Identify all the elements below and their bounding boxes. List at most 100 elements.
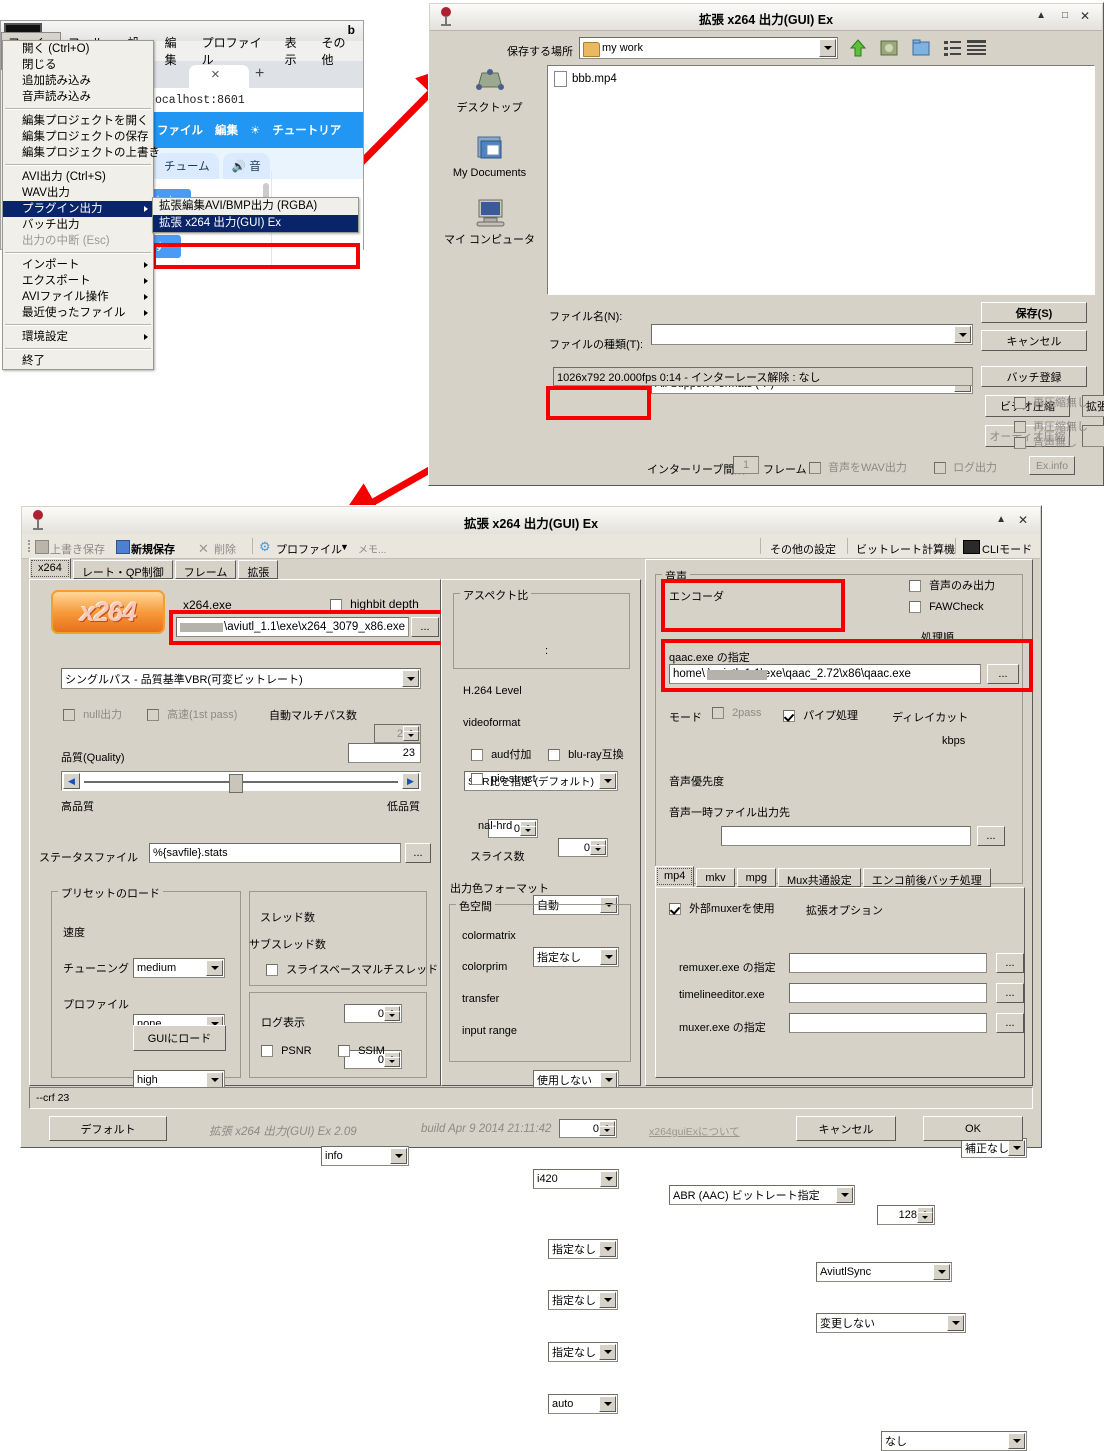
new-save-button[interactable]: 新規保存 — [131, 541, 175, 557]
save-dialog-maximize-button[interactable]: □ — [1062, 10, 1068, 21]
x264-exe-path-input[interactable]: \aviutl_1.1\exe\x264_3079_x86.exe — [176, 617, 409, 637]
menubar-item-3[interactable]: 編集 — [158, 32, 195, 70]
slider-thumb[interactable] — [229, 774, 243, 793]
up-folder-icon[interactable] — [847, 37, 869, 59]
audio-only-checkbox[interactable] — [909, 580, 921, 593]
timelineeditor-input[interactable] — [789, 983, 987, 1003]
spinner-down-icon[interactable] — [520, 825, 536, 836]
ext-muxer-checkbox[interactable] — [669, 903, 681, 916]
chevron-down-icon[interactable] — [390, 1148, 407, 1164]
browser-address[interactable]: ocalhost:8601 — [151, 88, 363, 112]
details-view-icon[interactable] — [967, 40, 987, 56]
menu-item-0[interactable]: 開く (Ctrl+O) — [3, 41, 153, 57]
menu-item-17[interactable]: AVIファイル操作 — [3, 289, 153, 305]
quality-input[interactable]: 23 — [348, 743, 421, 763]
recent-places-icon[interactable] — [878, 37, 900, 59]
browser-subtab-1[interactable]: 🔊 音 — [222, 153, 270, 179]
chevron-down-icon[interactable]: ▼ — [340, 542, 349, 552]
save-button[interactable]: 保存(S) — [981, 302, 1087, 323]
quality-slider[interactable]: ◀ ▶ — [61, 771, 421, 793]
default-button[interactable]: デフォルト — [49, 1116, 167, 1141]
spinner-down-icon[interactable] — [917, 1212, 933, 1223]
colormatrix-combo[interactable]: 指定なし — [548, 1239, 618, 1259]
chevron-down-icon[interactable] — [1008, 1433, 1025, 1449]
fawcheck-checkbox[interactable] — [909, 601, 921, 614]
mux-tab-3[interactable]: Mux共通設定 — [777, 868, 861, 887]
x264gui-minimize-button[interactable]: ▲ — [996, 514, 1006, 525]
remuxer-browse-button[interactable]: ... — [996, 953, 1024, 973]
slice-mt-check[interactable]: スライスベースマルチスレッド — [266, 961, 438, 977]
mux-tab-4[interactable]: エンコ前後バッチ処理 — [862, 868, 991, 887]
speed-combo[interactable]: medium — [133, 958, 225, 978]
menubar-item-6[interactable]: その他 — [315, 32, 363, 70]
bitrate-calc-button[interactable]: ビットレート計算機 — [856, 541, 955, 557]
menu-item-20[interactable]: 環境設定 — [3, 329, 153, 345]
audio-priority-combo[interactable]: AviutlSync — [816, 1262, 952, 1282]
chevron-down-icon[interactable] — [206, 960, 223, 976]
menu-item-3[interactable]: 音声読み込み — [3, 89, 153, 105]
plugin-submenu-item-0[interactable]: 拡張編集AVI/BMP出力 (RGBA) — [153, 198, 358, 215]
menu-item-7[interactable]: 編集プロジェクトの上書き — [3, 145, 160, 161]
browser-menu-tutorial[interactable]: チュートリア — [272, 122, 341, 138]
delaycut-combo[interactable]: 補正なし — [961, 1138, 1027, 1158]
aspect-height-spinner[interactable]: 0 — [558, 838, 608, 857]
menu-item-1[interactable]: 閉じる — [3, 57, 153, 73]
encode-mode-combo[interactable]: シングルパス - 品質基準VBR(可変ビットレート) — [61, 668, 421, 689]
colorprim-combo[interactable]: 指定なし — [548, 1290, 618, 1310]
menu-item-11[interactable]: プラグイン出力 — [3, 201, 153, 217]
ssim-check[interactable]: SSIM — [338, 1045, 385, 1058]
mux-tab-0[interactable]: mp4 — [655, 866, 695, 887]
psnr-checkbox[interactable] — [261, 1045, 273, 1058]
browser-subtab-0[interactable]: チューム — [155, 153, 219, 179]
spinner-down-icon[interactable] — [590, 844, 606, 855]
menu-item-10[interactable]: WAV出力 — [3, 185, 153, 201]
menu-item-2[interactable]: 追加読み込み — [3, 73, 153, 89]
menu-item-9[interactable]: AVI出力 (Ctrl+S) — [3, 169, 153, 185]
chevron-down-icon[interactable] — [1008, 1140, 1025, 1156]
menu-item-15[interactable]: インポート — [3, 257, 153, 273]
x264-exe-browse-button[interactable]: ... — [411, 617, 439, 637]
file-list[interactable]: bbb.mp4 — [547, 65, 1095, 295]
aud-check[interactable]: aud付加 — [471, 746, 531, 762]
highbit-depth-checkbox[interactable] — [330, 599, 342, 612]
picstruct-checkbox[interactable] — [471, 773, 483, 786]
chevron-down-icon[interactable] — [599, 1292, 616, 1308]
plugin-submenu-item-1[interactable]: 拡張 x264 出力(GUI) Ex — [153, 215, 358, 232]
inputrange-combo[interactable]: auto — [548, 1394, 618, 1414]
batch-register-button[interactable]: バッチ登録 — [981, 366, 1087, 387]
ext-option-combo[interactable]: なし — [881, 1431, 1027, 1451]
slice-mt-checkbox[interactable] — [266, 964, 278, 977]
chevron-down-icon[interactable] — [599, 773, 616, 789]
timelineeditor-browse-button[interactable]: ... — [996, 983, 1024, 1003]
menu-item-18[interactable]: 最近使ったファイル — [3, 305, 153, 321]
chevron-down-icon[interactable] — [206, 1072, 223, 1088]
spinner-down-icon[interactable] — [599, 1125, 615, 1136]
place-item-1[interactable]: My Documents — [437, 133, 542, 179]
muxer-browse-button[interactable]: ... — [996, 1013, 1024, 1033]
ext-muxer-check[interactable]: 外部muxerを使用 — [669, 900, 775, 916]
menubar-item-4[interactable]: プロファイル — [195, 32, 278, 70]
highbit-depth-check[interactable]: highbit depth — [330, 597, 419, 612]
save-dialog-minimize-button[interactable]: ▲ — [1036, 10, 1046, 21]
x264gui-close-button[interactable]: ✕ — [1018, 513, 1028, 527]
place-item-0[interactable]: デスクトップ — [437, 65, 542, 115]
audio-tempdir-combo[interactable]: 変更しない — [816, 1313, 966, 1333]
menu-item-5[interactable]: 編集プロジェクトを開く — [3, 113, 153, 129]
mux-tab-2[interactable]: mpg — [736, 868, 776, 887]
transfer-combo[interactable]: 指定なし — [548, 1342, 618, 1362]
bitrate-mode-combo[interactable]: ABR (AAC) ビットレート指定 — [669, 1185, 855, 1205]
qaac-path-browse-button[interactable]: ... — [987, 664, 1019, 684]
bitrate-spinner[interactable]: 128 — [877, 1205, 935, 1225]
bluray-checkbox[interactable] — [548, 749, 560, 762]
slices-spinner[interactable]: 0 — [559, 1119, 617, 1138]
muxer-input[interactable] — [789, 1013, 987, 1033]
menubar-item-5[interactable]: 表示 — [278, 32, 315, 70]
picstruct-check[interactable]: pic-struct — [471, 773, 536, 786]
save-location-combo[interactable]: my work — [579, 37, 838, 59]
main-tab-0[interactable]: x264 — [29, 558, 71, 579]
stats-file-browse-button[interactable]: ... — [405, 843, 431, 863]
main-tab-3[interactable]: 拡張 — [238, 560, 279, 579]
outformat-combo[interactable]: i420 — [533, 1169, 619, 1189]
chevron-down-icon[interactable] — [954, 326, 971, 343]
cancel-button[interactable]: キャンセル — [796, 1116, 896, 1141]
